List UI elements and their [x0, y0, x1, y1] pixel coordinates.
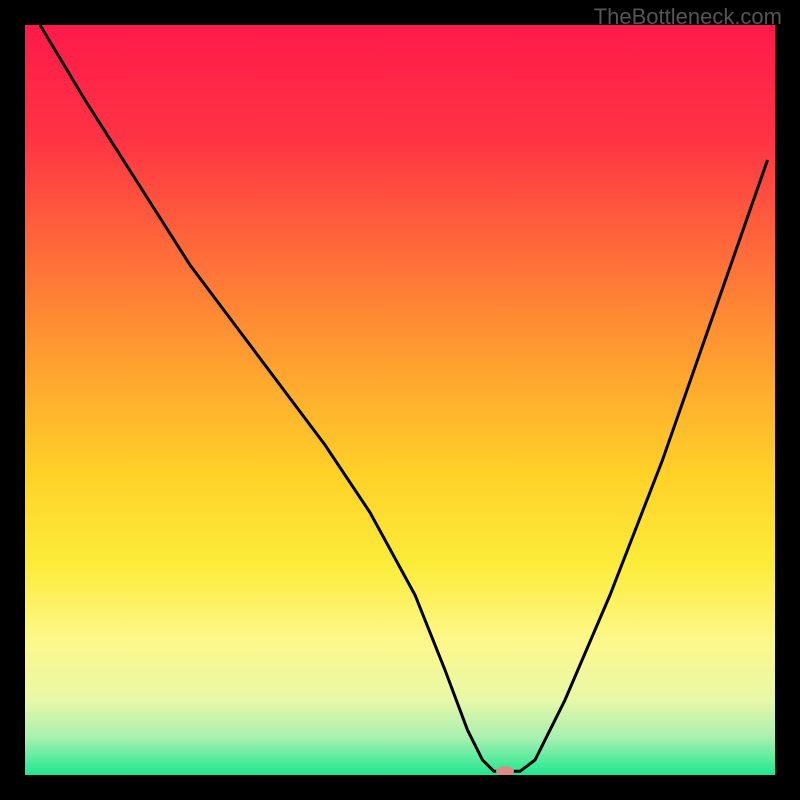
- bottleneck-chart: [25, 25, 775, 775]
- watermark-text: TheBottleneck.com: [594, 4, 782, 30]
- chart-plot-area: [25, 25, 775, 775]
- gradient-background: [25, 25, 775, 775]
